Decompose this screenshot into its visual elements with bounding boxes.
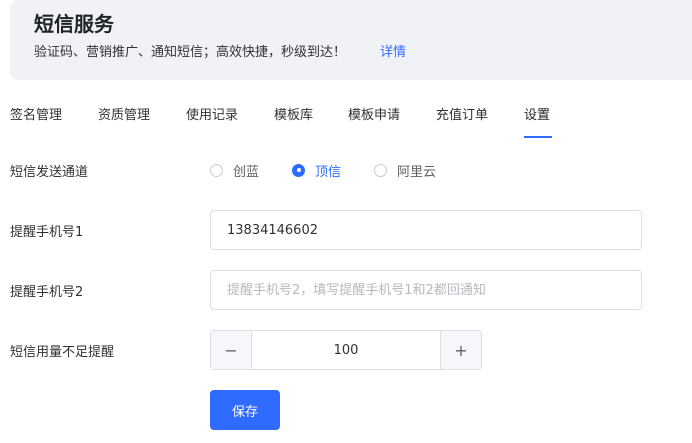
minus-icon: − bbox=[224, 340, 238, 360]
page-description: 验证码、营销推广、通知短信；高效快捷，秒级到达！ bbox=[34, 45, 347, 60]
details-link[interactable]: 详情 bbox=[380, 41, 406, 60]
tab-qualification[interactable]: 资质管理 bbox=[98, 104, 150, 123]
phone1-label: 提醒手机号1 bbox=[10, 225, 84, 240]
page-title: 短信服务 bbox=[34, 12, 114, 36]
tab-recharge-orders[interactable]: 充值订单 bbox=[436, 104, 488, 123]
tab-bar: 签名管理 资质管理 使用记录 模板库 模板申请 充值订单 设置 bbox=[0, 98, 692, 140]
tab-signature[interactable]: 签名管理 bbox=[10, 104, 62, 123]
radio-unchecked-icon bbox=[374, 163, 387, 177]
tab-usage-records[interactable]: 使用记录 bbox=[186, 104, 238, 123]
radio-checked-icon bbox=[292, 163, 305, 177]
radio-unchecked-icon bbox=[210, 163, 223, 177]
channel-label: 短信发送通道 bbox=[10, 165, 89, 180]
save-button[interactable]: 保存 bbox=[210, 390, 280, 430]
threshold-value[interactable]: 100 bbox=[252, 331, 440, 369]
radio-aliyun[interactable]: 阿里云 bbox=[374, 160, 436, 180]
radio-dingxin[interactable]: 顶信 bbox=[292, 160, 341, 180]
tab-template-library[interactable]: 模板库 bbox=[274, 104, 313, 123]
decrement-button[interactable]: − bbox=[211, 331, 252, 369]
radio-chuanglan[interactable]: 创蓝 bbox=[210, 160, 259, 180]
phone1-input[interactable] bbox=[210, 210, 642, 250]
radio-label: 阿里云 bbox=[397, 164, 437, 180]
threshold-label: 短信用量不足提醒 bbox=[10, 345, 115, 360]
plus-icon: + bbox=[454, 340, 468, 360]
threshold-stepper: − 100 + bbox=[210, 330, 482, 370]
tab-template-apply[interactable]: 模板申请 bbox=[348, 104, 400, 123]
active-tab-indicator bbox=[524, 136, 552, 138]
phone2-input[interactable] bbox=[210, 270, 642, 310]
tab-settings[interactable]: 设置 bbox=[524, 104, 550, 123]
increment-button[interactable]: + bbox=[440, 331, 481, 369]
phone2-label: 提醒手机号2 bbox=[10, 285, 84, 300]
radio-label: 创蓝 bbox=[233, 164, 260, 180]
radio-label: 顶信 bbox=[315, 164, 342, 180]
